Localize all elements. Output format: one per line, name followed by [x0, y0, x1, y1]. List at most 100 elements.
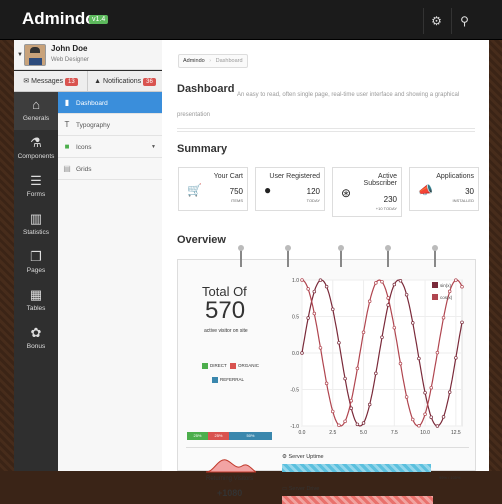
returning-value: +1080	[217, 488, 243, 498]
card-label: Applications	[436, 173, 474, 180]
notifications-button[interactable]: ▲ Notifications 36	[88, 71, 162, 92]
nav-tables[interactable]: ▦ Tables	[14, 282, 58, 320]
series-point	[343, 419, 347, 424]
rss-icon: ⊛	[341, 186, 352, 200]
nav-components[interactable]: ⚗ Components	[14, 130, 58, 168]
summary-card-subscribers[interactable]: ⊛ Active Subscriber 230 +10 TODAY	[332, 167, 402, 217]
x-tick-label: 10.0	[420, 430, 430, 436]
home-icon: ⌂	[32, 97, 40, 112]
user-panel[interactable]: ▼ John Doe Web Designer	[14, 40, 162, 70]
grid-icon: ▤	[63, 164, 71, 173]
nav-pages[interactable]: ❐ Pages	[14, 244, 58, 282]
search-button[interactable]: ⚲	[451, 8, 477, 34]
nav-label: Pages	[26, 267, 46, 274]
traffic-bar-segment: 25%	[208, 432, 229, 440]
series-point	[454, 356, 458, 360]
series-point	[429, 385, 433, 390]
gear-icon: ⚙	[431, 14, 442, 28]
card-sub: TODAY	[306, 198, 320, 203]
series-point	[361, 330, 366, 335]
summary-card-users[interactable]: ● User Registered 120 TODAY	[255, 167, 325, 211]
divider	[177, 128, 475, 129]
topbar: Admindo v1.4 ⚙ ⚲	[0, 0, 502, 40]
subnav-label: Grids	[76, 166, 92, 173]
subnav-grids[interactable]: ▤ Grids	[58, 158, 162, 180]
series-point	[324, 284, 329, 289]
series-point	[404, 292, 409, 297]
series-point	[367, 402, 372, 407]
avatar	[24, 44, 46, 66]
series-point	[331, 307, 335, 312]
summary-card-applications[interactable]: 📣 Applications 30 INSTALLED	[409, 167, 479, 211]
subnav-typography[interactable]: T Typography	[58, 114, 162, 136]
series-point	[361, 421, 366, 425]
flask-icon: ⚗	[30, 135, 42, 150]
summary-card-cart[interactable]: 🛒 Your Cart 750 ITEMS	[178, 167, 248, 211]
nav-label: Tables	[26, 305, 46, 312]
series-point	[404, 395, 409, 399]
drive-bar	[282, 496, 433, 504]
series-point	[423, 412, 427, 417]
series-point	[374, 281, 378, 285]
messages-button[interactable]: ✉ Messages 13	[14, 71, 88, 92]
y-tick-label: 0.0	[292, 351, 299, 357]
nav-label: Components	[17, 153, 55, 160]
series-point	[343, 376, 347, 381]
pin-icon	[432, 245, 438, 267]
main-content: Admindo › Dashboard Dashboard An easy to…	[162, 40, 489, 504]
legend-organic: ORGANIC	[230, 363, 259, 369]
leaf-icon: ■	[64, 142, 70, 151]
summary-title: Summary	[177, 143, 228, 155]
overview-title: Overview	[177, 234, 226, 246]
table-icon: ▦	[29, 287, 43, 302]
subnav-dashboard[interactable]: ▮ Dashboard	[58, 92, 162, 114]
brand-logo[interactable]: Admindo	[22, 9, 96, 29]
series-point	[454, 278, 458, 282]
list-icon: ☰	[30, 173, 42, 188]
series-point	[447, 390, 452, 394]
gift-icon: ✿	[30, 325, 42, 340]
traffic-bar-segment: 25%	[187, 432, 208, 440]
series-point	[300, 278, 304, 282]
messages-count: 13	[65, 78, 78, 86]
search-icon: ⚲	[460, 14, 469, 28]
series-point	[312, 311, 317, 316]
legend-direct: DIRECT	[202, 363, 227, 369]
breadcrumb-separator-icon: ›	[209, 58, 212, 64]
breadcrumb-item[interactable]: Admindo	[183, 58, 205, 64]
settings-button[interactable]: ⚙	[423, 8, 449, 34]
traffic-bar-segment: 50%	[229, 432, 272, 440]
subnav-label: Dashboard	[76, 100, 108, 107]
series-point	[417, 424, 421, 428]
card-value: 750	[229, 187, 243, 196]
uptime-percent: 99% / 100%	[439, 475, 461, 480]
x-tick-label: 7.5	[391, 430, 398, 436]
series-point	[380, 279, 384, 284]
series-point	[324, 381, 329, 386]
sub-nav: ▮ Dashboard T Typography ■ Icons ▼ ▤ Grids	[58, 92, 162, 471]
series-point	[318, 278, 323, 282]
notifications-count: 36	[143, 78, 156, 86]
nav-label: Bonus	[26, 343, 46, 350]
legend-swatch	[432, 282, 438, 288]
series-point	[411, 321, 415, 325]
card-label: User Registered	[269, 173, 320, 180]
notifications-label: Notifications	[103, 78, 142, 85]
nav-bonus[interactable]: ✿ Bonus	[14, 320, 58, 358]
x-tick-label: 2.5	[329, 430, 336, 436]
series-point	[306, 316, 310, 320]
breadcrumb-item: Dashboard	[215, 58, 243, 64]
bar-chart-icon: ▥	[29, 211, 43, 226]
nav-generals[interactable]: ⌂ Generals	[14, 92, 58, 130]
pin-icon	[285, 245, 291, 267]
cart-icon: 🛒	[187, 183, 202, 197]
uptime-label: ⚙ Server Uptime	[282, 454, 324, 460]
nav-forms[interactable]: ☰ Forms	[14, 168, 58, 206]
series-point	[367, 299, 372, 304]
series-point	[398, 361, 403, 366]
series-point	[429, 415, 433, 419]
card-sub: ITEMS	[230, 198, 243, 203]
nav-statistics[interactable]: ▥ Statistics	[14, 206, 58, 244]
series-point	[441, 315, 446, 320]
subnav-icons[interactable]: ■ Icons ▼	[58, 136, 162, 158]
